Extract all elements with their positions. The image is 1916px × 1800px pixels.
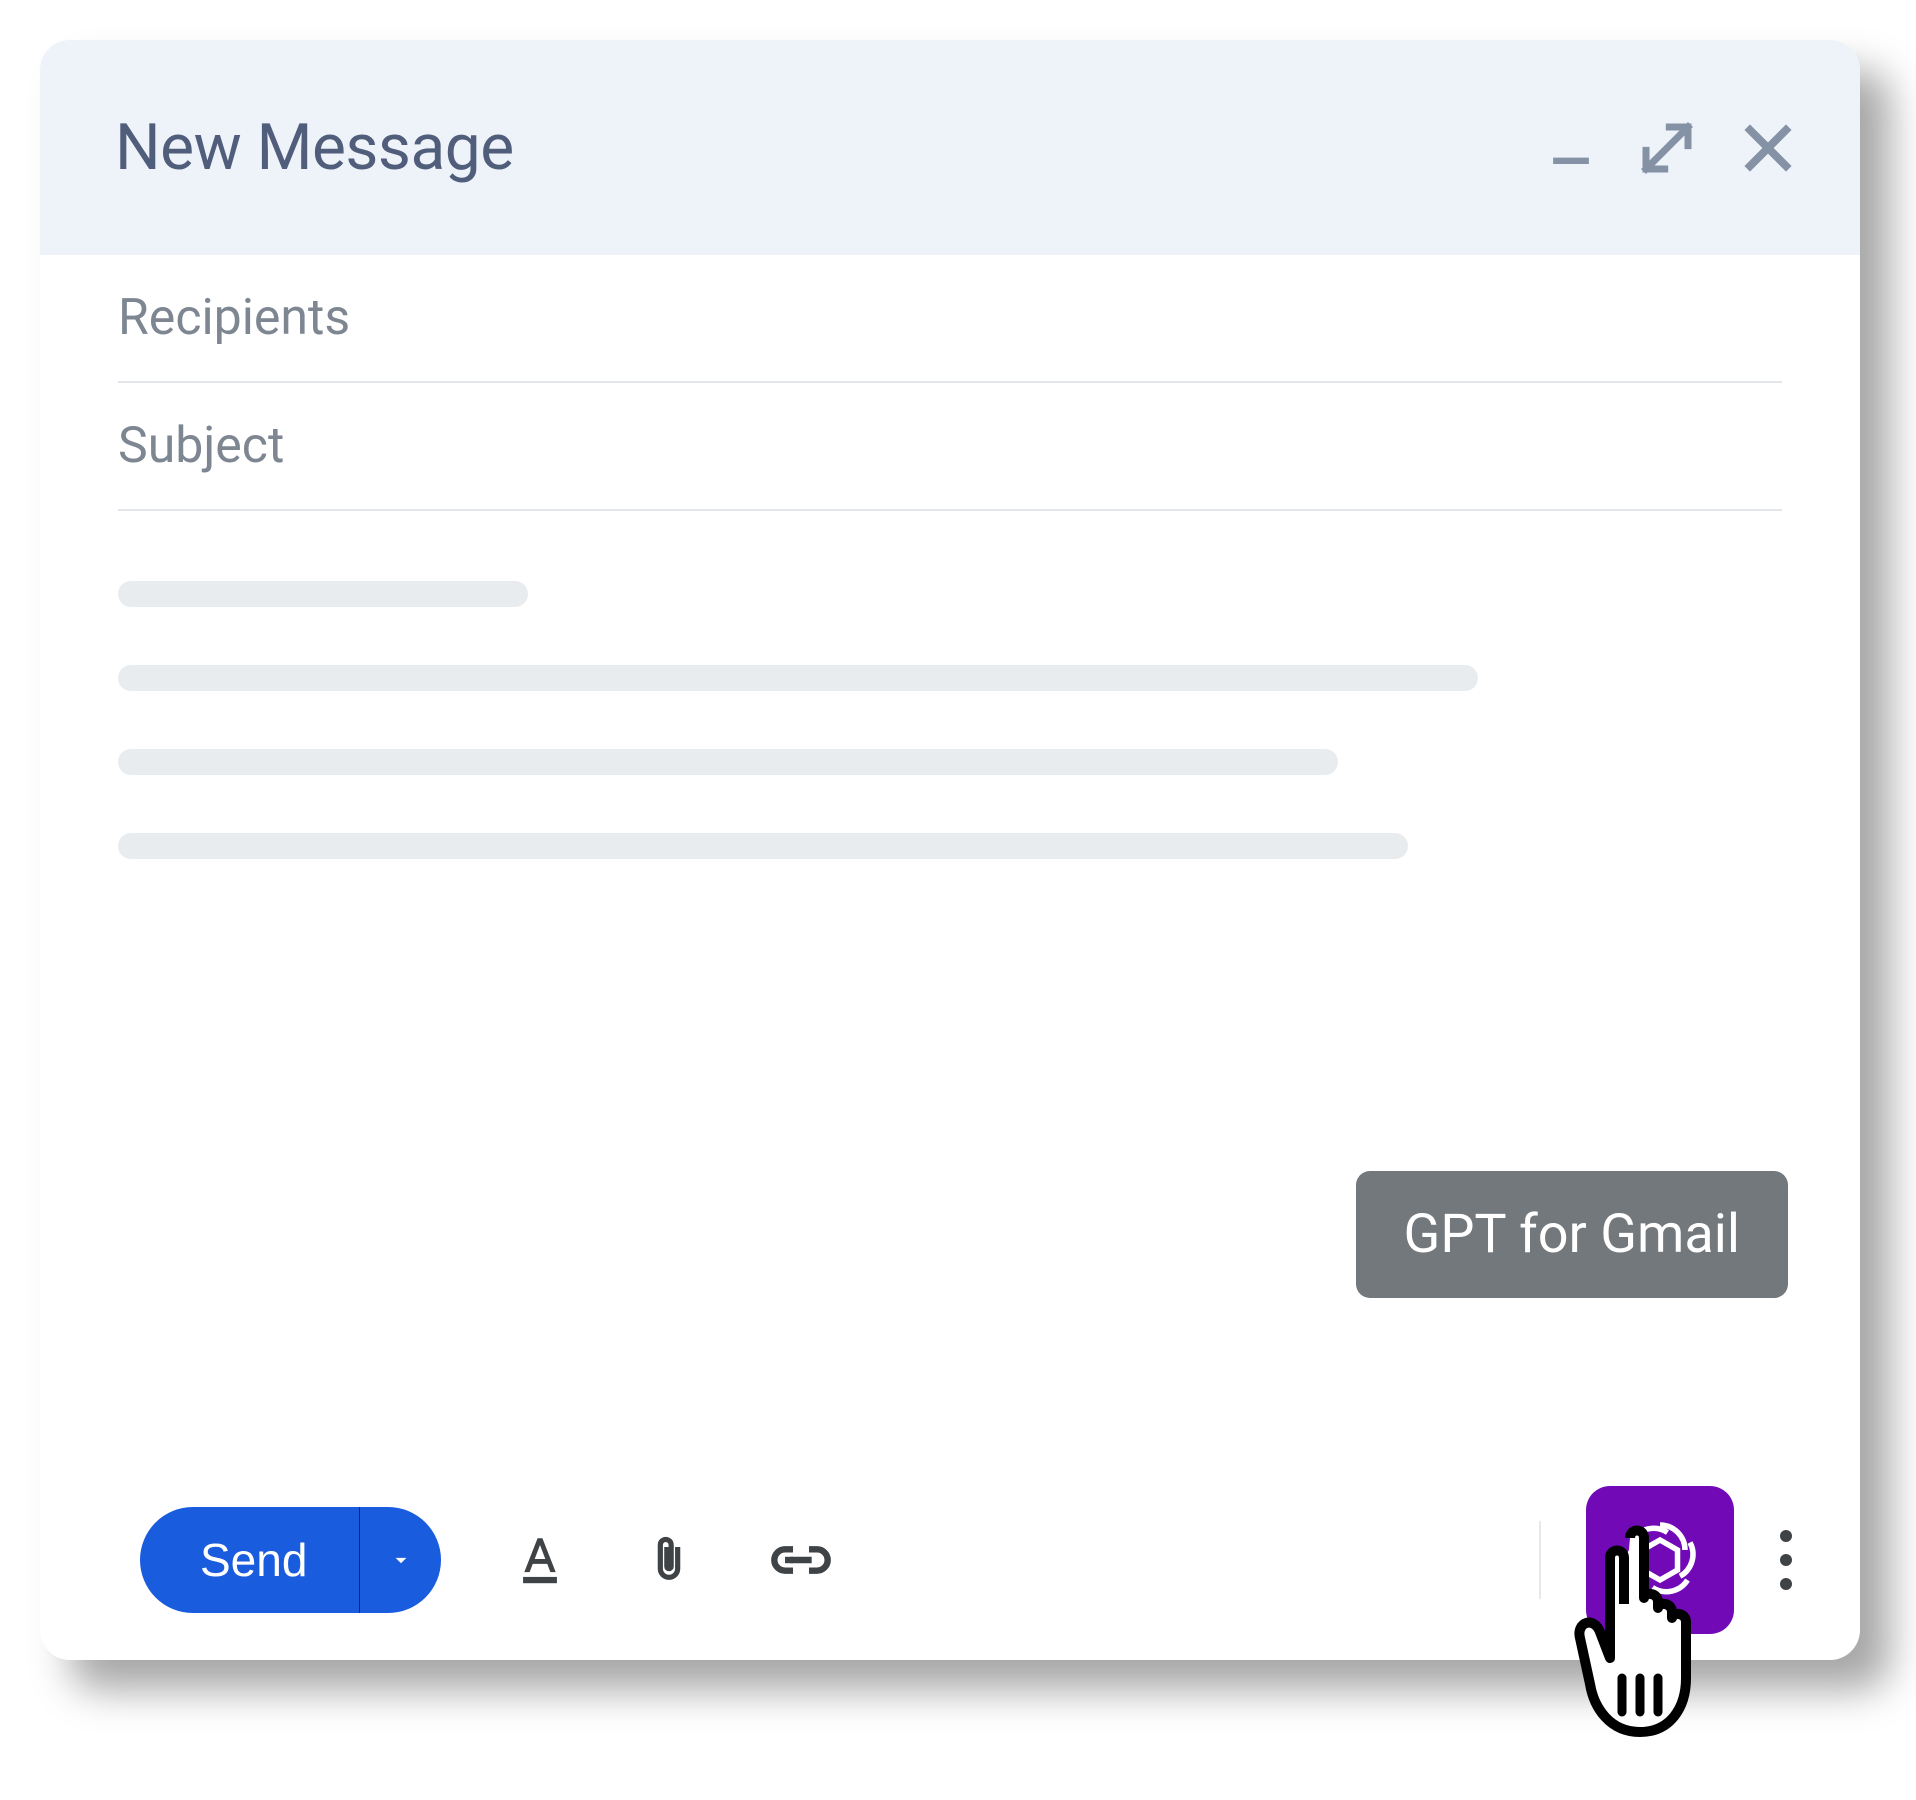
toolbar-divider (1539, 1521, 1541, 1599)
toolbar-icons (511, 1531, 833, 1589)
send-button-group: Send (140, 1507, 441, 1613)
close-icon[interactable] (1741, 121, 1795, 175)
paperclip-icon[interactable] (643, 1531, 695, 1589)
body-placeholder-line (118, 581, 528, 607)
window-actions (1549, 120, 1795, 176)
gpt-for-gmail-button[interactable] (1586, 1486, 1734, 1634)
compose-body[interactable] (40, 511, 1860, 1460)
subject-field[interactable]: Subject (118, 383, 1782, 511)
send-button[interactable]: Send (140, 1507, 359, 1613)
body-placeholder-line (118, 749, 1338, 775)
compose-header: New Message (40, 40, 1860, 255)
gpt-tooltip: GPT for Gmail (1356, 1171, 1788, 1298)
link-icon[interactable] (769, 1540, 833, 1580)
text-format-icon[interactable] (511, 1531, 569, 1589)
more-options-button[interactable] (1770, 1520, 1802, 1600)
expand-icon[interactable] (1639, 120, 1695, 176)
send-options-dropdown[interactable] (359, 1507, 441, 1613)
window-title: New Message (115, 110, 514, 185)
compose-window: New Message Recipients Subject GPT for G… (40, 40, 1860, 1660)
recipients-field[interactable]: Recipients (118, 255, 1782, 383)
minimize-icon[interactable] (1549, 126, 1593, 170)
compose-toolbar: Send (40, 1460, 1860, 1660)
body-placeholder-line (118, 665, 1478, 691)
body-placeholder-line (118, 833, 1408, 859)
compose-fields: Recipients Subject (40, 255, 1860, 511)
openai-logo-icon (1610, 1510, 1710, 1610)
